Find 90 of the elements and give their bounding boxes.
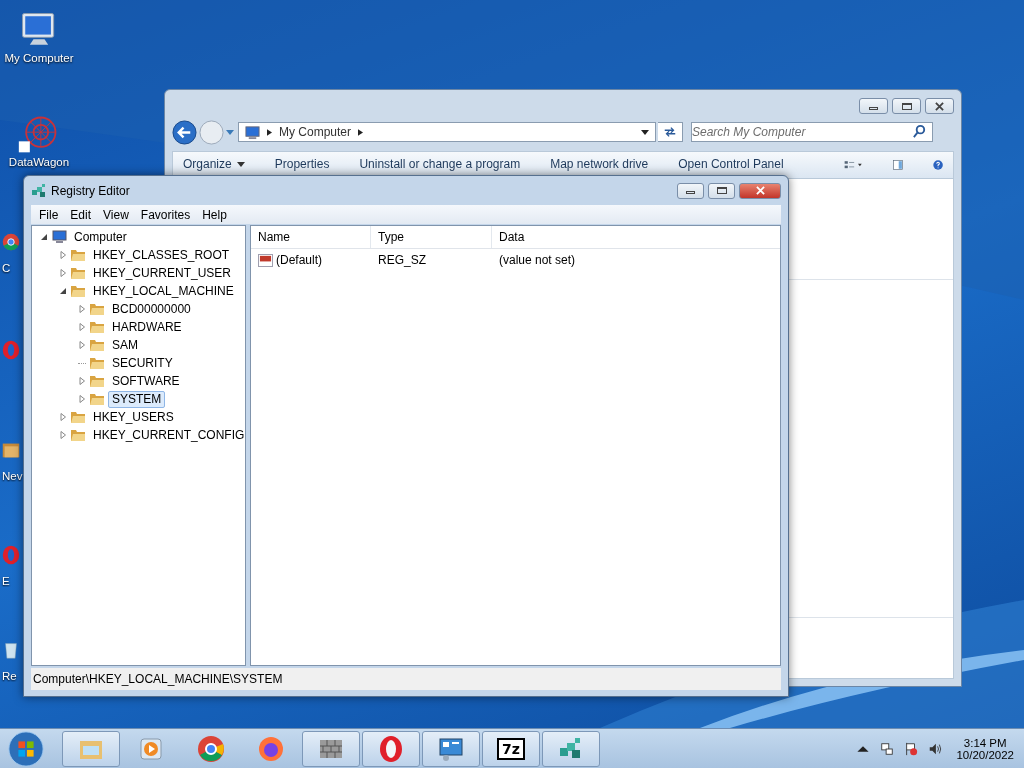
opera-icon (377, 734, 405, 763)
flag-icon[interactable] (904, 741, 919, 756)
firefox-icon (257, 734, 285, 763)
app-logo: 7z (497, 737, 525, 760)
column-header[interactable]: Type (371, 226, 492, 248)
clock-date[interactable]: 10/20/2022 (956, 748, 1014, 761)
toolbar-button[interactable]: Map network drive (550, 157, 649, 171)
start-button[interactable] (6, 729, 46, 768)
tree-item[interactable]: Computer (70, 228, 131, 246)
menu-item[interactable]: Help (196, 207, 233, 222)
computer-icon (245, 124, 260, 140)
preview-pane-icon[interactable] (892, 157, 903, 173)
menu-item[interactable]: File (33, 207, 65, 222)
toolbar-button[interactable]: Organize (183, 157, 232, 171)
column-header[interactable]: Name (251, 226, 371, 248)
folder-icon (89, 373, 105, 389)
toolbar-button[interactable]: Uninstall or change a program (359, 157, 521, 171)
close-icon (935, 101, 944, 111)
toolbar-button[interactable]: Properties (274, 157, 330, 171)
back-icon[interactable] (172, 119, 197, 145)
minimize-button[interactable] (677, 182, 704, 199)
tree-item[interactable]: HARDWARE (108, 318, 186, 336)
minimize-button[interactable] (859, 98, 888, 114)
maximize-button[interactable] (892, 98, 921, 114)
folder-icon (70, 247, 86, 263)
close-button[interactable] (925, 98, 954, 114)
folder-icon (70, 427, 86, 443)
tree-item[interactable]: BCD00000000 (108, 300, 195, 318)
taskbar-button[interactable] (302, 730, 360, 767)
tree-item[interactable]: HKEY_CURRENT_USER (89, 264, 236, 282)
search-icon (912, 124, 927, 139)
taskbar-button[interactable] (362, 730, 420, 767)
tree-item[interactable]: HKEY_CURRENT_CONFIG (89, 426, 249, 444)
toolbar-button[interactable]: Open Control Panel (678, 157, 784, 171)
network-icon[interactable] (880, 741, 895, 756)
tree-item[interactable]: HKEY_CLASSES_ROOT (89, 246, 234, 264)
status-bar: Computer\HKEY_LOCAL_MACHINE\SYSTEM (31, 668, 781, 690)
refresh-button[interactable] (658, 122, 683, 142)
table-cell: (Default) (276, 253, 322, 267)
table-cell-text: (value not set) (498, 253, 577, 267)
icon-label: Nev (1, 470, 23, 482)
taskbar-button[interactable] (62, 730, 120, 767)
close-icon (755, 186, 765, 195)
chevron-icon (267, 128, 272, 136)
dropdown-icon[interactable] (641, 129, 649, 135)
folder-icon (89, 319, 105, 335)
folder-icon (70, 283, 86, 299)
folder-icon (89, 391, 105, 407)
address-crumb[interactable]: My Computer (279, 125, 352, 139)
folder-icon (89, 337, 105, 353)
icon-label: C (1, 262, 11, 274)
tree-item[interactable]: SYSTEM (108, 390, 166, 408)
icon-label: E (1, 575, 10, 587)
chrome-icon (197, 734, 225, 763)
string-value-icon (258, 253, 273, 267)
address-bar[interactable]: My Computer (238, 122, 656, 142)
menu-item[interactable]: Favorites (134, 207, 197, 222)
folder-icon (70, 265, 86, 281)
folder-icon (89, 355, 105, 371)
search-field[interactable]: Search My Computer (691, 122, 933, 142)
tree-item[interactable]: SOFTWARE (108, 372, 184, 390)
tree-item[interactable]: HKEY_LOCAL_MACHINE (89, 282, 238, 300)
column-header[interactable]: Data (492, 226, 780, 248)
maximize-button[interactable] (708, 182, 735, 199)
folder-icon (89, 301, 105, 317)
help-icon[interactable] (932, 157, 943, 173)
close-button[interactable] (739, 182, 781, 199)
table-cell-text: REG_SZ (377, 253, 427, 267)
tree-item[interactable]: SECURITY (108, 354, 177, 372)
clock-time[interactable]: 3:14 PM (963, 736, 1007, 749)
chevron-icon (358, 128, 364, 136)
tree-item[interactable]: SAM (108, 336, 142, 354)
expander-icon[interactable] (40, 233, 48, 241)
icon-label: My Computer (4, 52, 74, 64)
computer-icon (51, 229, 67, 245)
folder-icon (70, 409, 86, 425)
icon-label: DataWagon (8, 156, 70, 168)
expander-icon[interactable] (59, 287, 67, 295)
taskbar-button[interactable]: 7z (482, 730, 540, 767)
window-title: Registry Editor (51, 183, 130, 198)
menu-item[interactable]: Edit (64, 207, 98, 222)
refresh-icon (663, 125, 677, 139)
menu-item[interactable]: View (97, 207, 135, 222)
taskbar-button[interactable] (422, 730, 480, 767)
icon-label: Re (1, 670, 17, 682)
cubes-icon (31, 182, 47, 199)
dropdown-icon[interactable] (236, 161, 245, 167)
taskbar-button[interactable] (542, 730, 600, 767)
tree-item[interactable]: HKEY_USERS (89, 408, 178, 426)
speaker-icon[interactable] (928, 741, 943, 756)
